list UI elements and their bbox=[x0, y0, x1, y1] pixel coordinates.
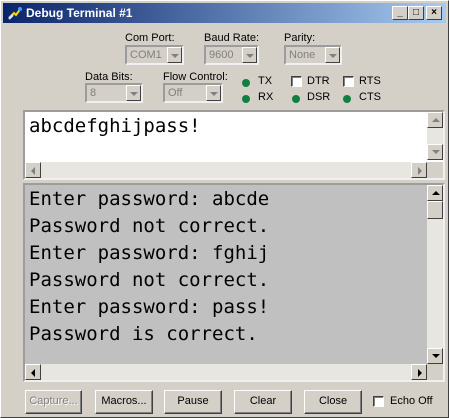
transmit-pane[interactable]: abcdefghijpass! bbox=[23, 110, 445, 180]
parity-select[interactable]: None bbox=[284, 45, 342, 65]
scroll-right-button[interactable] bbox=[411, 162, 427, 178]
dsr-label: DSR bbox=[307, 91, 331, 103]
baud-rate-select[interactable]: 9600 bbox=[204, 45, 259, 65]
scrollbar-corner bbox=[427, 364, 443, 380]
com-port-select[interactable]: COM1 bbox=[125, 45, 184, 65]
rx-label: RX bbox=[258, 91, 274, 103]
baud-rate-value: 9600 bbox=[209, 49, 234, 61]
transmit-vertical-scrollbar[interactable] bbox=[427, 112, 443, 160]
receive-vertical-scrollbar[interactable] bbox=[427, 185, 443, 364]
macros-button[interactable]: Macros... bbox=[95, 390, 153, 414]
scroll-left-button[interactable] bbox=[25, 162, 41, 178]
chevron-down-icon[interactable] bbox=[242, 47, 257, 63]
cts-led-icon bbox=[343, 95, 351, 103]
scroll-down-button[interactable] bbox=[427, 144, 443, 160]
scroll-thumb[interactable] bbox=[427, 201, 443, 219]
close-button[interactable]: Close bbox=[304, 390, 362, 414]
rts-label: RTS bbox=[359, 75, 381, 87]
rts-checkbox[interactable] bbox=[343, 76, 354, 87]
pause-button[interactable]: Pause bbox=[164, 390, 222, 414]
chevron-down-icon[interactable] bbox=[325, 47, 340, 63]
minimize-button[interactable]: _ bbox=[392, 6, 408, 20]
receive-horizontal-scrollbar[interactable] bbox=[25, 364, 427, 380]
dsr-led-icon bbox=[292, 95, 300, 103]
data-bits-value: 8 bbox=[90, 87, 97, 99]
baud-rate-label: Baud Rate: bbox=[204, 32, 260, 44]
echo-off-checkbox[interactable] bbox=[373, 396, 384, 407]
output-line: Enter password: fghij bbox=[29, 242, 270, 264]
scroll-down-button[interactable] bbox=[427, 348, 443, 364]
output-line: Password is correct. bbox=[29, 323, 258, 345]
tx-label: TX bbox=[258, 75, 273, 87]
scrollbar-corner bbox=[427, 162, 443, 178]
receive-output: Enter password: abcde Password not corre… bbox=[29, 186, 269, 348]
cts-label: CTS bbox=[359, 91, 381, 103]
output-line: Password not correct. bbox=[29, 269, 270, 291]
tx-led-icon bbox=[242, 79, 250, 87]
rx-led-icon bbox=[242, 95, 250, 103]
data-bits-select[interactable]: 8 bbox=[85, 83, 143, 103]
parity-label: Parity: bbox=[284, 32, 316, 44]
chevron-down-icon[interactable] bbox=[126, 85, 141, 101]
dtr-label: DTR bbox=[307, 75, 330, 87]
output-line: Enter password: pass! bbox=[29, 296, 270, 318]
scroll-up-button[interactable] bbox=[427, 185, 443, 201]
flow-control-select[interactable]: Off bbox=[163, 83, 223, 103]
parity-value: None bbox=[289, 49, 316, 61]
flow-control-value: Off bbox=[168, 87, 183, 99]
scroll-left-button[interactable] bbox=[25, 364, 41, 380]
scroll-up-button[interactable] bbox=[427, 112, 443, 128]
output-line: Password not correct. bbox=[29, 215, 270, 237]
transmit-horizontal-scrollbar[interactable] bbox=[25, 162, 427, 178]
title-bar[interactable]: Debug Terminal #1 _ □ × bbox=[3, 3, 446, 23]
flow-control-label: Flow Control: bbox=[163, 71, 228, 83]
dtr-checkbox[interactable] bbox=[291, 76, 302, 87]
com-port-label: Com Port: bbox=[125, 32, 175, 44]
window-title: Debug Terminal #1 bbox=[26, 6, 133, 20]
transmit-text[interactable]: abcdefghijpass! bbox=[29, 115, 201, 137]
capture-button[interactable]: Capture... bbox=[25, 390, 82, 414]
scroll-right-button[interactable] bbox=[411, 364, 427, 380]
receive-pane[interactable]: Enter password: abcde Password not corre… bbox=[23, 183, 445, 382]
terminal-app-icon bbox=[8, 7, 22, 20]
chevron-down-icon[interactable] bbox=[206, 85, 221, 101]
debug-terminal-window: Debug Terminal #1 _ □ × Com Port: COM1 B… bbox=[0, 0, 449, 418]
com-port-value: COM1 bbox=[130, 49, 162, 61]
chevron-down-icon[interactable] bbox=[167, 47, 182, 63]
maximize-button[interactable]: □ bbox=[408, 6, 424, 20]
clear-button[interactable]: Clear bbox=[234, 390, 292, 414]
echo-off-label: Echo Off bbox=[390, 395, 433, 407]
output-line: Enter password: abcde bbox=[29, 188, 270, 210]
close-window-button[interactable]: × bbox=[426, 6, 442, 20]
data-bits-label: Data Bits: bbox=[85, 71, 133, 83]
